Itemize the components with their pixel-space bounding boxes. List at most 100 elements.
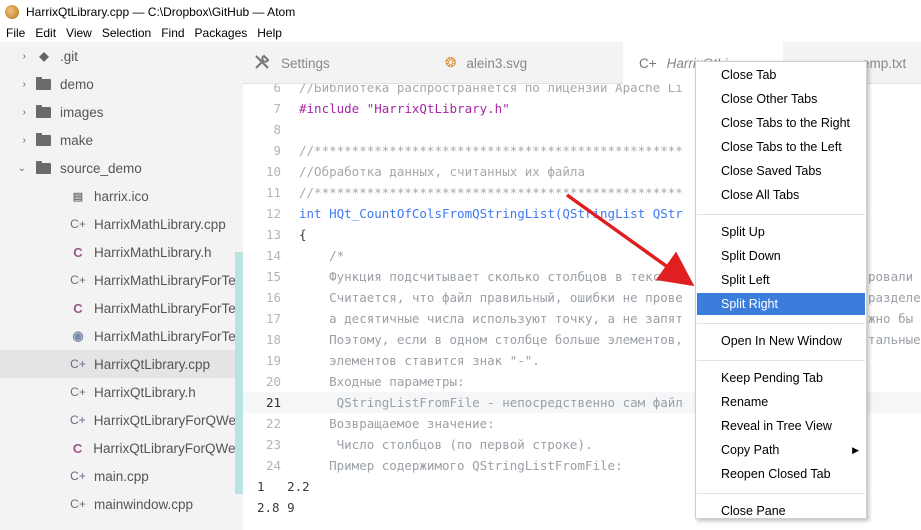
- tree-item-file[interactable]: C HarrixMathLibraryForTes: [0, 294, 243, 322]
- code-text: Возвращаемое значение:: [299, 416, 495, 431]
- menu-item-label: Copy Path: [721, 443, 780, 457]
- tree-item-label: images: [60, 104, 104, 120]
- menu-item-split-left[interactable]: Split Left: [697, 269, 865, 291]
- menu-packages[interactable]: Packages: [190, 26, 253, 40]
- line-number: 15: [265, 269, 281, 284]
- code-text: Считается, что файл правильный, ошибки н…: [299, 290, 683, 305]
- tree-item-file[interactable]: ◉ HarrixMathLibraryForTes: [0, 322, 243, 350]
- tree-item-file[interactable]: C+ HarrixMathLibraryForTes: [0, 266, 243, 294]
- menu-edit[interactable]: Edit: [30, 26, 61, 40]
- tree-item-label: HarrixQtLibraryForQWeb: [93, 440, 243, 456]
- tree-item-demo[interactable]: › demo: [0, 70, 243, 98]
- menu-item-label: Open In New Window: [721, 334, 842, 348]
- menu-item-close-tab[interactable]: Close Tab: [697, 64, 865, 86]
- cpp-file-icon: C+: [639, 56, 657, 71]
- tree-item-make[interactable]: › make: [0, 126, 243, 154]
- folder-icon: [36, 160, 51, 174]
- window-title: HarrixQtLibrary.cpp — C:\Dropbox\GitHub …: [26, 4, 296, 19]
- atom-app-icon: [5, 4, 19, 19]
- line-number: 24: [265, 458, 281, 473]
- menu-item-reveal-in-tree-view[interactable]: Reveal in Tree View: [697, 415, 865, 437]
- cpp-file-icon: C+: [70, 413, 86, 427]
- line-number: 22: [265, 416, 281, 431]
- menu-item-label: Rename: [721, 395, 769, 409]
- code-text: int HQt_CountOfColsFromQStringList(QStri…: [299, 206, 683, 221]
- menu-item-close-pane[interactable]: Close Pane: [697, 500, 865, 522]
- tree-item-file[interactable]: C HarrixMathLibrary.h: [0, 238, 243, 266]
- menu-item-close-tabs-to-the-right[interactable]: Close Tabs to the Right: [697, 112, 865, 134]
- submenu-arrow-icon: ▶: [852, 444, 859, 455]
- tree-item-file[interactable]: ▤ harrix.ico: [0, 182, 243, 210]
- code-text: Входные параметры:: [299, 374, 465, 389]
- menu-separator: [697, 493, 865, 494]
- menu-item-close-saved-tabs[interactable]: Close Saved Tabs: [697, 160, 865, 182]
- cpp-file-icon: C+: [70, 497, 86, 511]
- tab-temp-txt[interactable]: emp.txt: [862, 42, 906, 84]
- tree-item-file[interactable]: C+ HarrixMathLibrary.cpp: [0, 210, 243, 238]
- line-number: 20: [265, 374, 281, 389]
- menu-item-split-right[interactable]: Split Right: [697, 293, 865, 315]
- menu-item-keep-pending-tab[interactable]: Keep Pending Tab: [697, 367, 865, 389]
- menu-separator: [697, 323, 865, 324]
- code-text: {: [299, 227, 307, 242]
- tree-scroll-marker[interactable]: [235, 252, 243, 494]
- owl-file-icon: ◉: [72, 328, 84, 343]
- menu-item-split-down[interactable]: Split Down: [697, 245, 865, 267]
- chevron-right-icon[interactable]: ›: [0, 135, 36, 146]
- tree-item-label: HarrixMathLibrary.cpp: [94, 216, 226, 232]
- menu-file[interactable]: File: [0, 26, 30, 40]
- tree-item-git[interactable]: › ◆ .git: [0, 42, 243, 70]
- menu-item-label: Split Down: [721, 249, 781, 263]
- menu-item-open-in-new-window[interactable]: Open In New Window: [697, 330, 865, 352]
- menu-item-split-up[interactable]: Split Up: [697, 221, 865, 243]
- line-number: 14: [265, 248, 281, 263]
- cpp-file-icon: C+: [70, 273, 86, 287]
- tree-item-file[interactable]: C+ HarrixQtLibraryForQWeb: [0, 406, 243, 434]
- tree-item-label: .git: [60, 48, 79, 64]
- tree-item-file[interactable]: C+ mainwindow.cpp: [0, 490, 243, 518]
- code-text: QStringListFromFile - непосредственно са…: [299, 395, 683, 410]
- menu-selection[interactable]: Selection: [97, 26, 156, 40]
- cpp-file-icon: C+: [70, 357, 86, 371]
- menu-item-copy-path[interactable]: Copy Path ▶: [697, 439, 865, 461]
- menu-item-label: Split Left: [721, 273, 770, 287]
- tab-settings[interactable]: Settings: [253, 42, 330, 84]
- menu-item-label: Close Tabs to the Left: [721, 140, 842, 154]
- tree-item-file-selected[interactable]: C+ HarrixQtLibrary.cpp: [0, 350, 243, 378]
- menu-view[interactable]: View: [61, 26, 97, 40]
- tree-item-images[interactable]: › images: [0, 98, 243, 126]
- menu-item-reopen-closed-tab[interactable]: Reopen Closed Tab: [697, 463, 865, 485]
- tree-item-label: HarrixQtLibrary.h: [94, 384, 196, 400]
- tree-item-source-demo[interactable]: ⌄ source_demo: [0, 154, 243, 182]
- tree-item-label: demo: [60, 76, 94, 92]
- chevron-right-icon[interactable]: ›: [0, 51, 36, 62]
- line-number: 17: [265, 311, 281, 326]
- code-text: Функция подсчитывает сколько столбцов в …: [299, 269, 683, 284]
- menu-item-close-other-tabs[interactable]: Close Other Tabs: [697, 88, 865, 110]
- menu-help[interactable]: Help: [252, 26, 287, 40]
- tree-item-file[interactable]: C+ main.cpp: [0, 462, 243, 490]
- line-number: 19: [265, 353, 281, 368]
- menu-separator: [697, 360, 865, 361]
- tab-context-menu: Close Tab Close Other Tabs Close Tabs to t…: [695, 61, 867, 519]
- code-text: #include "HarrixQtLibrary.h": [299, 101, 510, 116]
- menu-find[interactable]: Find: [156, 26, 189, 40]
- chevron-down-icon[interactable]: ⌄: [0, 163, 36, 174]
- line-number: 12: [265, 206, 281, 221]
- header-file-icon: C: [73, 300, 83, 316]
- menu-item-label: Reveal in Tree View: [721, 419, 832, 433]
- code-overflow-text: жно бы: [868, 311, 914, 326]
- tree-item-file[interactable]: C+ HarrixQtLibrary.h: [0, 378, 243, 406]
- chevron-right-icon[interactable]: ›: [0, 107, 36, 118]
- code-text: //Библиотека распространяется по лицензи…: [299, 84, 683, 95]
- code-text: а десятичные числа используют точку, а н…: [299, 311, 683, 326]
- menu-item-close-tabs-to-the-left[interactable]: Close Tabs to the Left: [697, 136, 865, 158]
- chevron-right-icon[interactable]: ›: [0, 79, 36, 90]
- tree-item-label: HarrixMathLibrary.h: [94, 244, 212, 260]
- menu-item-rename[interactable]: Rename: [697, 391, 865, 413]
- tree-item-file[interactable]: C HarrixQtLibraryForQWeb: [0, 434, 243, 462]
- tab-alein3-svg[interactable]: ❂ alein3.svg: [445, 42, 527, 84]
- menu-item-label: Close All Tabs: [721, 188, 800, 202]
- menu-item-close-all-tabs[interactable]: Close All Tabs: [697, 184, 865, 206]
- tab-label: alein3.svg: [466, 55, 528, 71]
